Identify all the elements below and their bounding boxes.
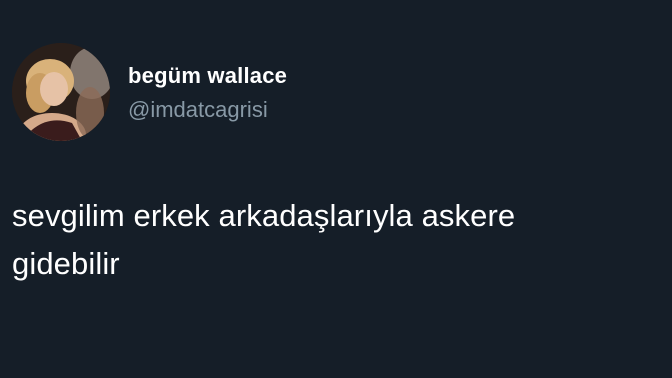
tweet-text: sevgilim erkek arkadaşlarıyla askere gid…	[12, 192, 668, 288]
tweet-text-line: sevgilim erkek arkadaşlarıyla askere	[12, 198, 516, 233]
tweet-card: begüm wallace @imdatcagrisi sevgilim erk…	[0, 0, 672, 378]
author-handle[interactable]: @imdatcagrisi	[128, 97, 268, 123]
tweet-text-line: gidebilir	[12, 246, 120, 281]
author-display-name[interactable]: begüm wallace	[128, 63, 287, 89]
avatar-image	[12, 43, 110, 141]
avatar[interactable]	[12, 43, 110, 141]
